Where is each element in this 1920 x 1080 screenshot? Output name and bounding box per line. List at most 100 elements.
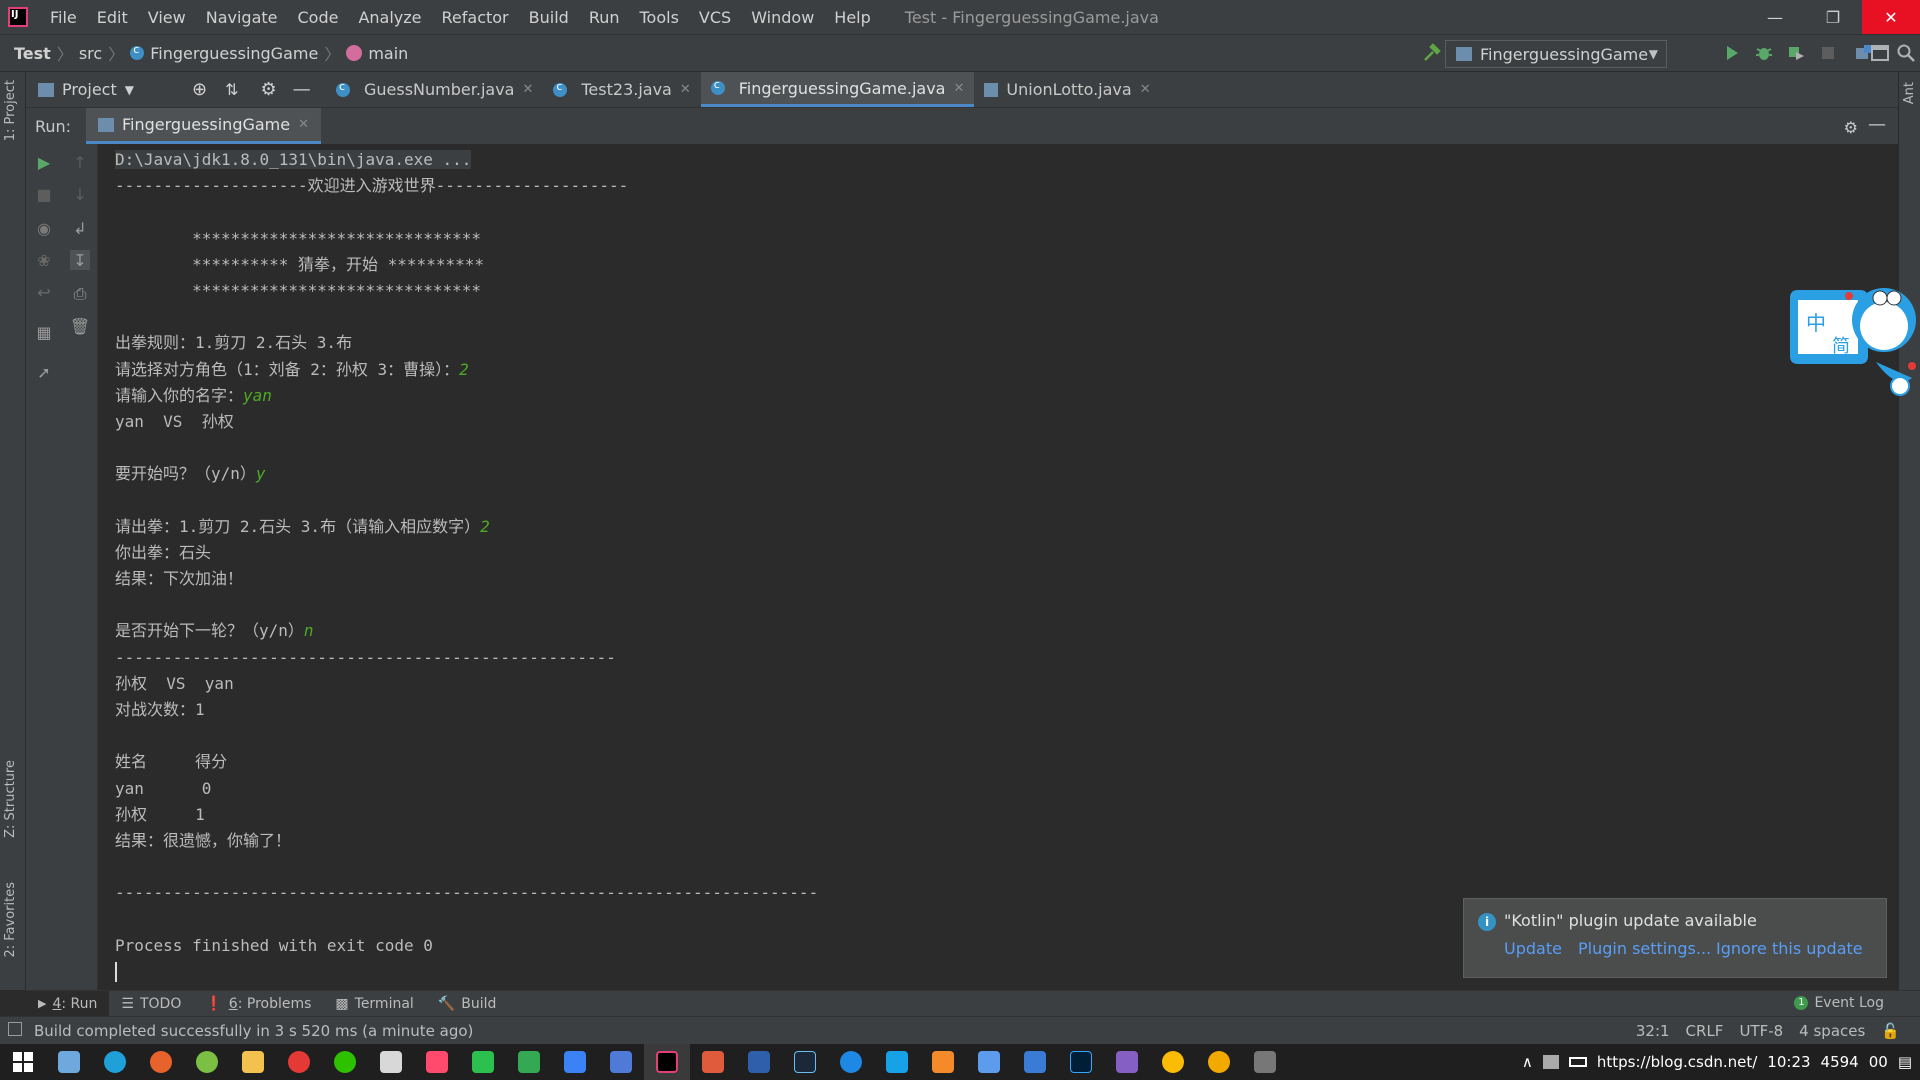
favorites-tool-button[interactable]: 2: Favorites	[3, 882, 18, 958]
taskbar-app[interactable]	[598, 1044, 644, 1080]
hide-icon[interactable]: —	[1868, 114, 1886, 135]
print-icon[interactable]: ⎙	[70, 284, 90, 304]
run-tab-fingerguessinggame[interactable]: FingerguessingGame ✕	[86, 108, 322, 144]
menu-build[interactable]: Build	[519, 8, 579, 27]
run-icon[interactable]	[1722, 43, 1742, 63]
menu-vcs[interactable]: VCS	[689, 8, 741, 27]
taskbar-app[interactable]	[690, 1044, 736, 1080]
clock[interactable]: 10:23	[1767, 1053, 1810, 1071]
run-tool-window-button[interactable]: ▶ 4: Run	[26, 990, 110, 1017]
taskbar-app[interactable]	[368, 1044, 414, 1080]
trash-icon[interactable]: 🗑	[70, 316, 90, 336]
window-layout-icon[interactable]	[1870, 43, 1890, 63]
caret-position[interactable]: 32:1	[1636, 1022, 1670, 1040]
menu-help[interactable]: Help	[824, 8, 880, 27]
chevron-up-icon[interactable]: ∧	[1522, 1053, 1533, 1071]
taskbar-app[interactable]	[460, 1044, 506, 1080]
taskbar-app[interactable]	[644, 1044, 690, 1080]
taskbar-app[interactable]	[1012, 1044, 1058, 1080]
camera-icon[interactable]: ◉	[34, 218, 54, 238]
arrow-down-icon[interactable]: ↓	[70, 184, 90, 204]
project-view-selector[interactable]: Project ▼ ⊕ ⇅ ⚙ —	[26, 72, 326, 107]
menu-navigate[interactable]: Navigate	[196, 8, 288, 27]
restore-layout-icon[interactable]: ↩	[34, 282, 54, 302]
breadcrumb-class[interactable]: FingerguessingGame	[130, 43, 318, 63]
event-log-button[interactable]: 1 Event Log	[1794, 995, 1884, 1011]
problems-tool-window-button[interactable]: ❗ 6: Problems	[193, 991, 323, 1017]
taskbar-app[interactable]	[1058, 1044, 1104, 1080]
taskbar-app[interactable]	[506, 1044, 552, 1080]
taskbar-app[interactable]	[184, 1044, 230, 1080]
menu-code[interactable]: Code	[288, 8, 349, 27]
taskbar-app[interactable]	[920, 1044, 966, 1080]
gear-icon[interactable]: ⚙	[260, 79, 276, 100]
notification-center-icon[interactable]: ▤	[1898, 1053, 1912, 1071]
build-hammer-icon[interactable]	[1422, 43, 1442, 63]
tab-unionlotto[interactable]: UnionLotto.java ✕	[974, 72, 1160, 107]
taskbar-app[interactable]	[276, 1044, 322, 1080]
close-icon[interactable]: ✕	[298, 117, 309, 132]
stop-icon[interactable]: ■	[34, 184, 54, 204]
menu-analyze[interactable]: Analyze	[348, 8, 431, 27]
taskbar-app[interactable]	[966, 1044, 1012, 1080]
taskbar-app[interactable]	[736, 1044, 782, 1080]
coverage-icon[interactable]	[1786, 43, 1806, 63]
plugin-settings-link[interactable]: Plugin settings...	[1578, 939, 1711, 958]
scroll-to-end-icon[interactable]: ↧	[70, 250, 90, 270]
debug-icon[interactable]: ❀	[34, 250, 54, 270]
menu-edit[interactable]: Edit	[87, 8, 138, 27]
arrow-up-icon[interactable]: ↑	[70, 152, 90, 172]
pin-icon[interactable]: ➚	[34, 362, 54, 382]
taskbar-app[interactable]	[1150, 1044, 1196, 1080]
close-icon[interactable]: ✕	[1140, 82, 1151, 97]
taskbar-app[interactable]	[828, 1044, 874, 1080]
taskbar-app[interactable]	[552, 1044, 598, 1080]
tray-app-icon[interactable]	[1542, 1055, 1559, 1069]
ant-tool-button[interactable]: Ant	[1902, 82, 1917, 104]
taskbar-app[interactable]	[1196, 1044, 1242, 1080]
tab-fingerguessinggame[interactable]: FingerguessingGame.java ✕	[700, 72, 975, 107]
build-tool-window-button[interactable]: 🔨 Build	[426, 991, 509, 1017]
gear-icon[interactable]: ⚙	[1844, 118, 1858, 137]
console-output[interactable]: D:\Java\jdk1.8.0_131\bin\java.exe ... ---…	[99, 144, 1898, 990]
taskbar-app[interactable]	[782, 1044, 828, 1080]
close-icon[interactable]: ✕	[522, 82, 533, 97]
close-icon[interactable]: ✕	[680, 82, 691, 97]
collapse-all-icon[interactable]: ⇅	[225, 80, 238, 99]
line-separator[interactable]: CRLF	[1686, 1022, 1724, 1040]
lock-icon[interactable]: 🔓	[1881, 1022, 1900, 1040]
run-configuration-selector[interactable]: FingerguessingGame ▼	[1445, 40, 1667, 68]
restore-button[interactable]: ❐	[1804, 0, 1862, 34]
ignore-update-link[interactable]: Ignore this update	[1716, 939, 1863, 958]
close-window-button[interactable]: ✕	[1862, 0, 1920, 34]
indent-setting[interactable]: 4 spaces	[1799, 1022, 1865, 1040]
tab-guessnumber[interactable]: GuessNumber.java ✕	[326, 72, 543, 107]
project-tool-button[interactable]: 1: Project	[3, 80, 18, 141]
terminal-tool-window-button[interactable]: ▩ Terminal	[323, 991, 425, 1017]
start-button[interactable]	[0, 1044, 46, 1080]
close-icon[interactable]: ✕	[953, 81, 964, 96]
minimize-button[interactable]: —	[1746, 0, 1804, 34]
menu-view[interactable]: View	[138, 8, 196, 27]
breadcrumb-project[interactable]: Test	[14, 44, 51, 63]
taskbar-app[interactable]	[138, 1044, 184, 1080]
locate-icon[interactable]: ⊕	[192, 79, 207, 100]
ime-mascot-icon[interactable]: 中 简	[1786, 278, 1918, 398]
taskbar-app[interactable]	[874, 1044, 920, 1080]
menu-run[interactable]: Run	[579, 8, 630, 27]
hide-icon[interactable]: —	[293, 79, 311, 100]
status-window-icon[interactable]	[8, 1022, 22, 1036]
taskbar-app[interactable]	[1104, 1044, 1150, 1080]
search-icon[interactable]	[1896, 43, 1916, 63]
battery-icon[interactable]	[1568, 1057, 1587, 1067]
taskbar-app[interactable]	[1242, 1044, 1288, 1080]
rerun-icon[interactable]: ▶	[34, 152, 54, 172]
layout-icon[interactable]: ▦	[34, 322, 54, 342]
taskbar-app[interactable]	[414, 1044, 460, 1080]
breadcrumb-method[interactable]: main	[346, 44, 408, 63]
taskbar-app[interactable]	[92, 1044, 138, 1080]
menu-window[interactable]: Window	[741, 8, 824, 27]
taskbar-app[interactable]	[230, 1044, 276, 1080]
update-link[interactable]: Update	[1504, 939, 1562, 958]
menu-file[interactable]: File	[40, 8, 87, 27]
